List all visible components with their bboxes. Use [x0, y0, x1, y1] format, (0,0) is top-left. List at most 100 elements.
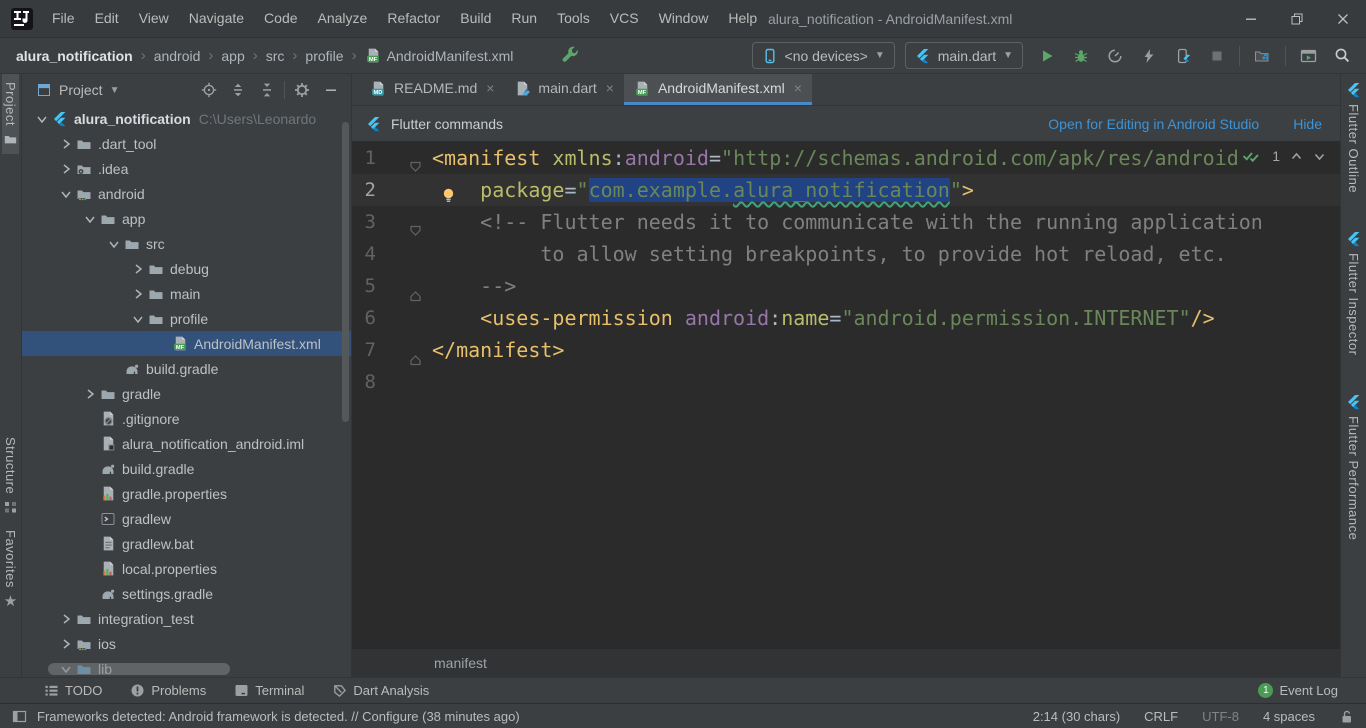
tree-expand-chevron[interactable]	[56, 137, 76, 151]
toolwindow-terminal[interactable]: Terminal	[234, 683, 304, 698]
tree-item-alura_notification_android.iml[interactable]: alura_notification_android.iml	[22, 431, 351, 456]
panel-toggle-icon[interactable]	[12, 709, 27, 724]
close-button[interactable]	[1320, 0, 1366, 38]
settings-button[interactable]	[290, 78, 314, 102]
tree-item-app[interactable]: app	[22, 206, 351, 231]
hide-panel-button[interactable]	[319, 78, 343, 102]
chevron-down-icon[interactable]: ▼	[110, 85, 120, 96]
toolwindow-dart-analysis[interactable]: Dart Analysis	[332, 683, 429, 698]
line-number[interactable]: 8	[352, 366, 376, 398]
status-line-separator[interactable]: CRLF	[1144, 709, 1178, 724]
code-line-5[interactable]: 5 -->	[352, 270, 1340, 302]
search-everywhere-button[interactable]	[1329, 42, 1356, 69]
tree-expand-chevron[interactable]	[56, 637, 76, 651]
breadcrumb-item-android[interactable]: android	[154, 48, 201, 64]
tree-item-.idea[interactable]: .idea	[22, 156, 351, 181]
editor-tab-main.dart[interactable]: main.dart×	[504, 74, 624, 105]
tree-item-main[interactable]: main	[22, 281, 351, 306]
device-selector[interactable]: <no devices> ▼	[752, 42, 895, 69]
tree-item-AndroidManifest.xml[interactable]: MFAndroidManifest.xml	[22, 331, 351, 356]
menu-vcs[interactable]: VCS	[600, 0, 649, 37]
tree-item-gradle[interactable]: gradle	[22, 381, 351, 406]
code-line-6[interactable]: 6 <uses-permission android:name="android…	[352, 302, 1340, 334]
status-file-encoding[interactable]: UTF-8	[1202, 709, 1239, 724]
tree-item-gradle.properties[interactable]: gradle.properties	[22, 481, 351, 506]
tree-expand-chevron[interactable]	[128, 287, 148, 301]
stripe-tab-flutter-inspector[interactable]: Flutter Inspector	[1345, 223, 1363, 363]
tree-collapse-chevron[interactable]	[128, 312, 148, 326]
profiler-button[interactable]	[1101, 42, 1128, 69]
event-log-button[interactable]: 1Event Log	[1258, 683, 1338, 698]
menu-refactor[interactable]: Refactor	[377, 0, 450, 37]
stripe-tab-flutter-outline[interactable]: Flutter Outline	[1345, 74, 1363, 201]
tree-item-integration_test[interactable]: integration_test	[22, 606, 351, 631]
editor-tab-readme.md[interactable]: MDREADME.md×	[360, 74, 504, 105]
flutter-wrench-button[interactable]	[561, 45, 580, 67]
tree-item-.gitignore[interactable]: .gitignore	[22, 406, 351, 431]
menu-edit[interactable]: Edit	[85, 0, 129, 37]
breadcrumb-item-androidmanifest.xml[interactable]: MFAndroidManifest.xml	[365, 47, 514, 64]
tree-item-settings.gradle[interactable]: settings.gradle	[22, 581, 351, 606]
attach-profiler-button[interactable]	[1135, 42, 1162, 69]
code-line-7[interactable]: 7</manifest>	[352, 334, 1340, 366]
tree-item-local.properties[interactable]: local.properties	[22, 556, 351, 581]
menu-build[interactable]: Build	[450, 0, 501, 37]
tab-close-icon[interactable]: ×	[606, 80, 614, 96]
run-anything-button[interactable]	[1295, 42, 1322, 69]
code-line-1[interactable]: 1<manifest xmlns:android="http://schemas…	[352, 142, 1340, 174]
breadcrumb-item-app[interactable]: app	[221, 48, 244, 64]
device-file-explorer-button[interactable]	[1249, 42, 1276, 69]
lock-open-icon[interactable]	[1339, 709, 1354, 724]
run-button[interactable]	[1033, 42, 1060, 69]
run-config-selector[interactable]: main.dart ▼	[905, 42, 1023, 69]
collapse-all-button[interactable]	[255, 78, 279, 102]
tree-item-android[interactable]: android	[22, 181, 351, 206]
line-number[interactable]: 1	[352, 142, 376, 174]
tree-collapse-chevron[interactable]	[32, 112, 52, 126]
menu-analyze[interactable]: Analyze	[308, 0, 378, 37]
menu-tools[interactable]: Tools	[547, 0, 600, 37]
tree-item-debug[interactable]: debug	[22, 256, 351, 281]
line-number[interactable]: 3	[352, 206, 376, 238]
code-editor[interactable]: 1 1<manifest xmlns:android="http://schem…	[352, 142, 1340, 648]
breadcrumb-tag[interactable]: manifest	[434, 655, 487, 671]
open-in-android-studio-link[interactable]: Open for Editing in Android Studio	[1048, 116, 1259, 132]
tree-item-ios[interactable]: ios	[22, 631, 351, 656]
project-panel-title[interactable]: Project	[59, 82, 103, 98]
toolwindow-problems[interactable]: Problems	[130, 683, 206, 698]
toolwindow-todo[interactable]: TODO	[44, 683, 102, 698]
project-tree-scrollbar[interactable]	[342, 122, 349, 422]
line-number[interactable]: 2	[352, 174, 376, 206]
line-number[interactable]: 4	[352, 238, 376, 270]
line-number[interactable]: 7	[352, 334, 376, 366]
tree-expand-chevron[interactable]	[80, 387, 100, 401]
status-caret-position[interactable]: 2:14 (30 chars)	[1033, 709, 1120, 724]
stripe-tab-project[interactable]: Project	[2, 74, 19, 154]
tree-item-profile[interactable]: profile	[22, 306, 351, 331]
tree-item-gradlew[interactable]: gradlew	[22, 506, 351, 531]
minimize-button[interactable]	[1228, 0, 1274, 38]
tree-expand-chevron[interactable]	[56, 612, 76, 626]
tree-collapse-chevron[interactable]	[80, 212, 100, 226]
menu-view[interactable]: View	[129, 0, 179, 37]
tree-item-alura_notification[interactable]: alura_notificationC:\Users\Leonardo	[22, 106, 351, 131]
stripe-tab-flutter-performance[interactable]: Flutter Performance	[1345, 386, 1363, 548]
code-line-3[interactable]: 3 <!-- Flutter needs it to communicate w…	[352, 206, 1340, 238]
flutter-attach-button[interactable]	[1169, 42, 1196, 69]
code-line-8[interactable]: 8	[352, 366, 1340, 398]
tree-collapse-chevron[interactable]	[56, 187, 76, 201]
menu-file[interactable]: File	[42, 0, 85, 37]
breadcrumb-item-profile[interactable]: profile	[305, 48, 343, 64]
tree-item-gradlew.bat[interactable]: gradlew.bat	[22, 531, 351, 556]
locate-file-button[interactable]	[197, 78, 221, 102]
code-line-4[interactable]: 4 to allow setting breakpoints, to provi…	[352, 238, 1340, 270]
hide-banner-link[interactable]: Hide	[1293, 116, 1322, 132]
code-line-2[interactable]: 2 package="com.example.alura_notificatio…	[352, 174, 1340, 206]
stripe-tab-structure[interactable]: Structure	[2, 429, 19, 522]
tree-item-.dart_tool[interactable]: .dart_tool	[22, 131, 351, 156]
menu-code[interactable]: Code	[254, 0, 307, 37]
project-tree-h-scrollbar[interactable]	[48, 663, 230, 675]
menu-window[interactable]: Window	[649, 0, 719, 37]
tab-close-icon[interactable]: ×	[486, 80, 494, 96]
breadcrumb-item-src[interactable]: src	[266, 48, 285, 64]
